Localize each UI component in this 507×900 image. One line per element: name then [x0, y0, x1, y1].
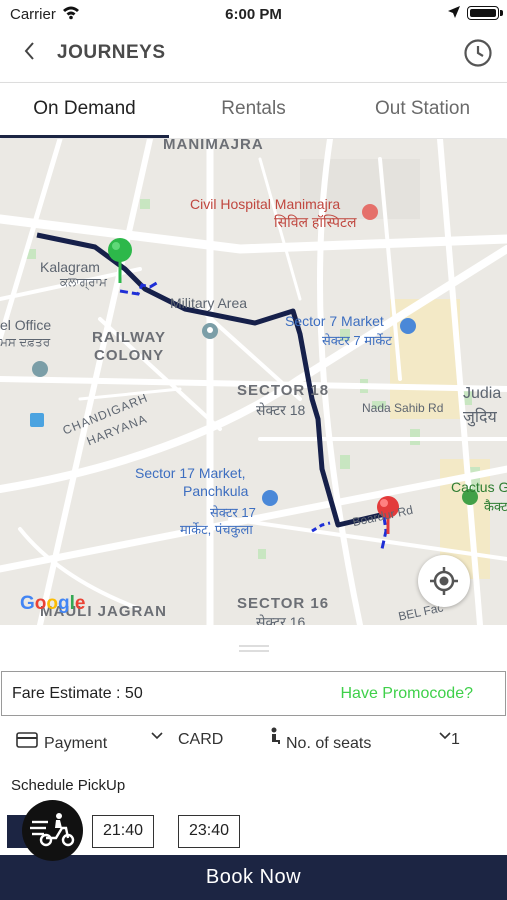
map-label-manimajra: MANIMAJRA: [163, 139, 264, 153]
map-label-judia-hi: जुदिय: [463, 409, 497, 426]
map-label-sector17-market-hi-1: सेक्टर 17: [210, 505, 256, 520]
clock-time: 6:00 PM: [225, 6, 282, 23]
status-bar: Carrier 6:00 PM: [0, 0, 507, 28]
battery-tip: [500, 10, 503, 16]
drag-handle[interactable]: [239, 645, 269, 652]
map-label-sector18: SECTOR 18: [237, 382, 330, 399]
tab-on-demand[interactable]: On Demand: [0, 83, 169, 139]
map-label-post-office-pa: ਮਸ ਦਫ਼ਤਰ: [0, 335, 51, 349]
route-map[interactable]: MANIMAJRA Civil Hospital Manimajra सिविल…: [0, 139, 507, 625]
tab-out-station[interactable]: Out Station: [338, 83, 507, 139]
locate-me-button[interactable]: [418, 555, 470, 607]
booking-options-row: Payment CARD No. of seats 1: [0, 727, 507, 757]
seats-label: No. of seats: [286, 735, 372, 752]
map-label-judia: Judia: [463, 385, 502, 402]
map-label-nada-sahib: Nada Sahib Rd: [362, 401, 444, 415]
location-arrow-icon: [447, 5, 461, 23]
map-label-sector16: SECTOR 16: [237, 595, 330, 612]
journey-tabs: On Demand Rentals Out Station: [0, 82, 507, 138]
map-label-railway: RAILWAY: [92, 329, 166, 346]
clock-icon[interactable]: [463, 38, 493, 68]
map-label-kalagram-pa: ਕਲਾਗ੍ਰਾਮ: [60, 275, 107, 289]
page-title: JOURNEYS: [57, 42, 166, 63]
map-label-sector7-market: Sector 7 Market: [285, 313, 384, 329]
back-icon[interactable]: [22, 40, 36, 68]
time-slot-chip[interactable]: 21:40: [92, 815, 154, 848]
crosshair-icon: [430, 567, 458, 595]
map-label-sector17-market-1: Sector 17 Market,: [135, 465, 246, 481]
fare-estimate-box: Fare Estimate : 50 Have Promocode?: [1, 671, 506, 716]
chevron-down-icon[interactable]: [150, 729, 164, 748]
scooter-icon: [30, 813, 75, 847]
fare-estimate-label: Fare Estimate : 50: [12, 685, 143, 702]
map-label-civil-hospital-hi: सिविल हॉस्पिटल: [274, 214, 357, 230]
google-logo: Google: [20, 593, 86, 614]
top-header: JOURNEYS: [0, 28, 507, 80]
map-label-sector17-market-2: Panchkula: [183, 483, 249, 499]
payment-label: Payment: [44, 735, 108, 752]
book-now-button[interactable]: Book Now: [0, 855, 507, 900]
payment-method-select[interactable]: CARD: [178, 731, 223, 749]
tab-rentals[interactable]: Rentals: [169, 83, 338, 139]
seats-count-select[interactable]: 1: [451, 731, 460, 749]
map-label-sector16-hi: सेक्टर 16: [256, 614, 306, 625]
map-label-cactus-hi: कैक्ट: [484, 499, 507, 514]
ride-type-fab[interactable]: [22, 800, 83, 861]
schedule-pickup-label: Schedule PickUp: [11, 777, 126, 794]
map-label-military-area: Military Area: [170, 295, 248, 311]
map-label-sector18-hi: सेक्टर 18: [256, 402, 306, 418]
map-label-sector17-market-hi-2: मार्केट, पंचकुला: [180, 522, 253, 537]
map-label-kalagram: Kalagram: [40, 259, 100, 275]
map-label-sector7-market-hi: सेक्टर 7 मार्केट: [322, 333, 392, 348]
map-label-civil-hospital: Civil Hospital Manimajra: [190, 196, 341, 212]
map-label-post-office: el Office: [0, 317, 52, 333]
seat-person-icon: [268, 727, 282, 752]
seats-chevron-down-icon[interactable]: [438, 729, 452, 748]
map-label-cactus: Cactus G: [451, 479, 507, 495]
promo-code-link[interactable]: Have Promocode?: [340, 685, 473, 703]
battery-icon: [467, 6, 499, 20]
active-tab-indicator: [0, 135, 169, 138]
map-label-colony: COLONY: [94, 347, 165, 364]
time-slot-chip[interactable]: 23:40: [178, 815, 240, 848]
credit-card-icon: [16, 731, 38, 754]
